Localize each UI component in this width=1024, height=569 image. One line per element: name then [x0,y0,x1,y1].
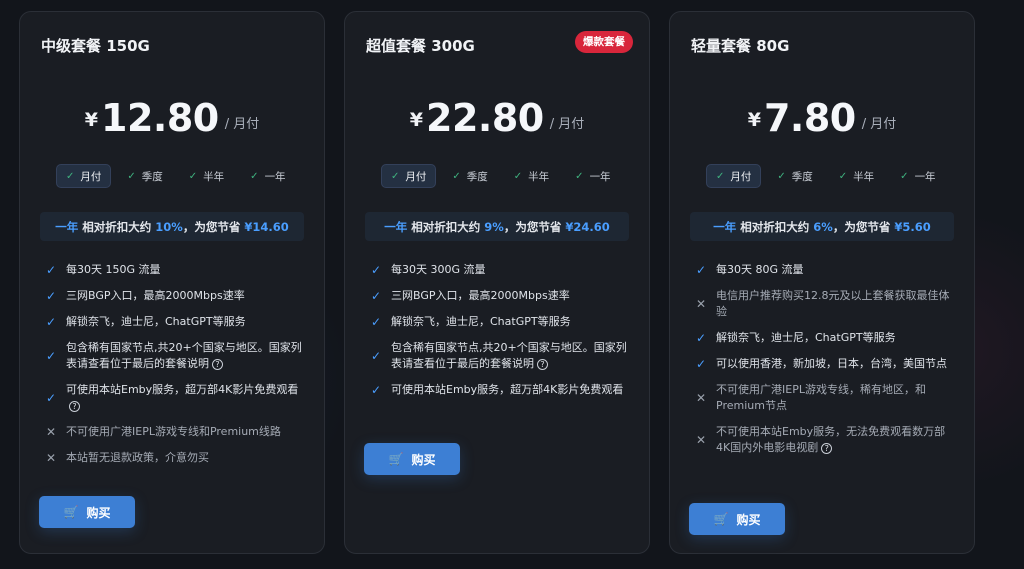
plan-card-value: 超值套餐 300G 爆款套餐 ¥ 22.80 / 月付 ✓ 月付 ✓ 季度 ✓ 半年 … [344,11,650,554]
plan-card-light: 轻量套餐 80G ¥ 7.80 / 月付 ✓ 月付 ✓ 季度 ✓ 半年 ✓ 一年 一年 … [669,11,975,554]
help-icon[interactable]: ? [69,400,80,412]
feature-item: ✕ 本站暂无退款政策，介意勿买 [45,451,209,465]
check-icon: ✓ [695,263,707,277]
cart-icon: 🛒 [713,512,729,526]
check-icon: ✓ [575,170,584,182]
period-monthly[interactable]: ✓ 月付 [706,164,762,188]
feature-item: ✓ 解锁奈飞，迪士尼，ChatGPT等服务 [695,331,896,345]
price-unit: / 月付 [861,117,897,132]
price-amount: 22.80 [426,96,544,140]
period-monthly[interactable]: ✓ 月付 [381,164,437,188]
cross-icon: ✕ [45,451,57,465]
price-amount: 12.80 [101,96,219,140]
check-icon: ✓ [838,170,848,182]
currency-symbol: ¥ [747,109,761,131]
feature-item: ✓ 每30天 300G 流量 [370,263,486,277]
check-icon: ✓ [45,315,57,329]
period-selector: ✓ 月付 ✓ 季度 ✓ 半年 ✓ 一年 [381,164,621,188]
feature-item: ✓ 可以使用香港，新加坡，日本，台湾，美国节点 [695,357,947,371]
feature-item: ✓ 每30天 150G 流量 [45,263,161,277]
check-icon: ✓ [370,315,382,329]
plan-card-medium: 中级套餐 150G ¥ 12.80 / 月付 ✓ 月付 ✓ 季度 ✓ 半年 ✓ 一年 一… [19,11,325,554]
period-half-year[interactable]: ✓ 半年 [179,164,234,188]
feature-item: ✓ 包含稀有国家节点,共20+个国家与地区。国家列表请查看位于最后的套餐说明? [370,341,627,370]
price: ¥ 22.80 / 月付 [345,90,649,140]
period-yearly[interactable]: ✓ 一年 [240,164,295,188]
price: ¥ 12.80 / 月付 [20,90,324,140]
feature-item: ✕ 电信用户推荐购买12.8元及以上套餐获取最佳体验 [695,289,950,318]
discount-banner: 一年 相对折扣大约 9% ，为您节省 ¥24.60 [365,212,629,241]
feature-item: ✓ 解锁奈飞，迪士尼，ChatGPT等服务 [370,315,571,329]
buy-button[interactable]: 🛒 购买 [689,503,785,535]
check-icon: ✓ [66,170,75,182]
period-quarterly[interactable]: ✓ 季度 [117,164,172,188]
period-selector: ✓ 月付 ✓ 季度 ✓ 半年 ✓ 一年 [706,164,946,188]
price-unit: / 月付 [224,117,260,132]
check-icon: ✓ [900,170,909,182]
feature-item: ✓ 每30天 80G 流量 [695,263,804,277]
help-icon[interactable]: ? [537,358,548,370]
period-yearly[interactable]: ✓ 一年 [565,164,620,188]
cart-icon: 🛒 [63,505,79,519]
buy-button[interactable]: 🛒 购买 [364,443,460,475]
period-quarterly[interactable]: ✓ 季度 [767,164,822,188]
feature-item: ✓ 可使用本站Emby服务，超万部4K影片免费观看 [370,383,624,397]
plan-title: 超值套餐 300G [366,37,475,55]
price-amount: 7.80 [763,96,856,140]
feature-item: ✕ 不可使用广港IEPL游戏专线，稀有地区，和Premium节点 [695,383,926,412]
check-icon: ✓ [513,170,523,182]
price-unit: / 月付 [549,117,585,132]
check-icon: ✓ [370,349,382,363]
period-monthly[interactable]: ✓ 月付 [56,164,112,188]
feature-list: ✓ 每30天 80G 流量 ✕ 电信用户推荐购买12.8元及以上套餐获取最佳体验 ✓… [694,262,952,466]
period-yearly[interactable]: ✓ 一年 [890,164,945,188]
check-icon: ✓ [716,170,725,182]
period-selector: ✓ 月付 ✓ 季度 ✓ 半年 ✓ 一年 [56,164,296,188]
hot-badge: 爆款套餐 [575,31,633,53]
buy-button[interactable]: 🛒 购买 [39,496,135,528]
feature-item: ✕ 不可使用广港IEPL游戏专线和Premium线路 [45,425,281,439]
check-icon: ✓ [777,170,786,182]
cross-icon: ✕ [45,425,57,439]
check-icon: ✓ [45,349,57,363]
feature-item: ✓ 包含稀有国家节点,共20+个国家与地区。国家列表请查看位于最后的套餐说明? [45,341,302,370]
cart-icon: 🛒 [388,452,404,466]
price: ¥ 7.80 / 月付 [670,90,974,140]
check-icon: ✓ [188,170,198,182]
feature-item: ✓ 三网BGP入口，最高2000Mbps速率 [370,289,570,303]
check-icon: ✓ [695,357,707,371]
discount-banner: 一年 相对折扣大约 6% ，为您节省 ¥5.60 [690,212,954,241]
discount-banner: 一年 相对折扣大约 10% ，为您节省 ¥14.60 [40,212,304,241]
period-half-year[interactable]: ✓ 半年 [504,164,559,188]
check-icon: ✓ [127,170,136,182]
feature-item: ✕ 不可使用本站Emby服务，无法免费观看数万部4K国内外电影电视剧? [695,425,946,454]
period-quarterly[interactable]: ✓ 季度 [442,164,497,188]
feature-list: ✓ 每30天 300G 流量 ✓ 三网BGP入口，最高2000Mbps速率 ✓ 解锁奈… [369,262,627,408]
feature-item: ✓ 解锁奈飞，迪士尼，ChatGPT等服务 [45,315,246,329]
feature-item: ✓ 可使用本站Emby服务，超万部4K影片免费观看? [45,383,299,412]
feature-list: ✓ 每30天 150G 流量 ✓ 三网BGP入口，最高2000Mbps速率 ✓ 解锁奈… [44,262,302,476]
cross-icon: ✕ [695,391,707,405]
currency-symbol: ¥ [409,109,423,131]
help-icon[interactable]: ? [821,442,833,454]
plan-title: 中级套餐 150G [41,37,150,55]
check-icon: ✓ [391,170,400,182]
check-icon: ✓ [695,331,707,345]
check-icon: ✓ [370,383,382,397]
check-icon: ✓ [370,289,382,303]
check-icon: ✓ [45,391,57,405]
check-icon: ✓ [452,170,461,182]
check-icon: ✓ [45,289,57,303]
cross-icon: ✕ [695,433,707,447]
currency-symbol: ¥ [84,109,98,131]
check-icon: ✓ [45,263,57,277]
check-icon: ✓ [370,263,382,277]
check-icon: ✓ [250,170,259,182]
feature-item: ✓ 三网BGP入口，最高2000Mbps速率 [45,289,245,303]
cross-icon: ✕ [695,297,707,311]
help-icon[interactable]: ? [212,358,223,370]
plan-title: 轻量套餐 80G [691,37,790,55]
period-half-year[interactable]: ✓ 半年 [829,164,884,188]
